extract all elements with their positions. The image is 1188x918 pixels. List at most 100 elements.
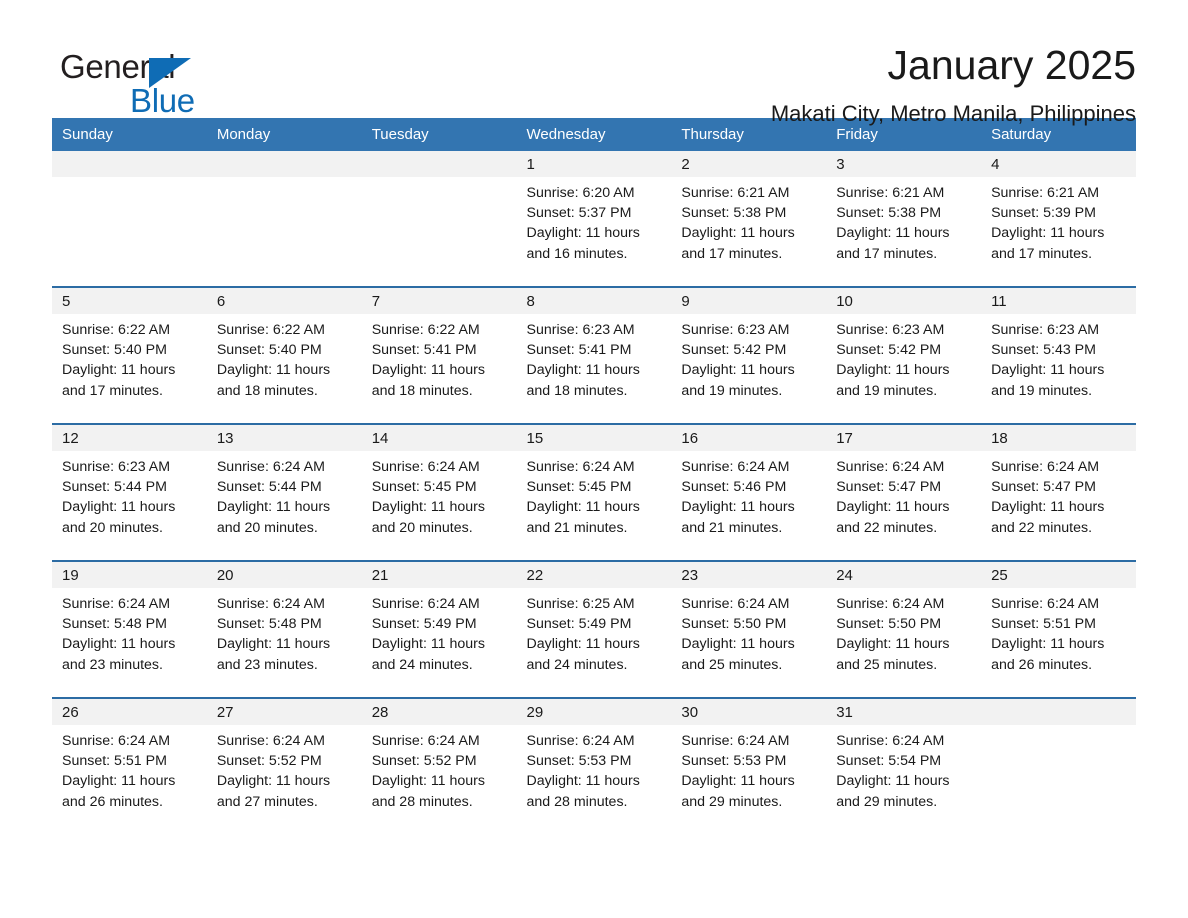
day-details: Sunrise: 6:24 AM Sunset: 5:51 PM Daylight:… xyxy=(52,725,207,812)
daylight-duration: Daylight: 11 hours and 26 minutes. xyxy=(62,773,176,810)
sunrise-time: Sunrise: 6:21 AM xyxy=(681,185,790,201)
sunset-time: Sunset: 5:42 PM xyxy=(681,342,787,359)
day-number: 15 xyxy=(516,425,672,451)
daylight-duration: Daylight: 11 hours and 25 minutes. xyxy=(836,636,950,673)
day-25: 25 Sunrise: 6:24 AM Sunset: 5:51 PM Dayligh… xyxy=(981,562,1136,687)
calendar-day-cell[interactable]: 14 Sunrise: 6:24 AM Sunset: 5:45 PM Dayligh… xyxy=(361,423,517,550)
day-details: Sunrise: 6:24 AM Sunset: 5:53 PM Daylight:… xyxy=(671,725,826,812)
sunset-time: Sunset: 5:52 PM xyxy=(371,753,477,770)
calendar-day-cell[interactable]: 3 Sunrise: 6:21 AM Sunset: 5:38 PM Daylight… xyxy=(826,151,982,276)
sunset-time: Sunset: 5:47 PM xyxy=(836,479,942,496)
day-number: 30 xyxy=(671,699,827,725)
daylight-duration: Daylight: 11 hours and 18 minutes. xyxy=(216,362,331,399)
daylight-duration: Daylight: 11 hours and 28 minutes. xyxy=(371,773,485,810)
day-26: 26 Sunrise: 6:24 AM Sunset: 5:51 PM Dayligh… xyxy=(52,699,207,824)
day-details: Sunrise: 6:23 AM Sunset: 5:41 PM Daylight:… xyxy=(517,314,672,401)
day-number: 18 xyxy=(981,425,1136,451)
calendar-day-cell[interactable]: 8 Sunrise: 6:23 AM Sunset: 5:41 PM Daylight… xyxy=(516,286,672,413)
day-11: 11 Sunrise: 6:23 AM Sunset: 5:43 PM Dayligh… xyxy=(981,288,1136,413)
day-28: 28 Sunrise: 6:24 AM Sunset: 5:52 PM Dayligh… xyxy=(361,699,517,824)
calendar-day-cell[interactable]: 22 Sunrise: 6:25 AM Sunset: 5:49 PM Dayligh… xyxy=(516,560,672,687)
week-spacer-cell xyxy=(52,550,1136,561)
day-details: Sunrise: 6:24 AM Sunset: 5:45 PM Daylight:… xyxy=(362,451,517,538)
day-20: 20 Sunrise: 6:24 AM Sunset: 5:48 PM Dayligh… xyxy=(206,562,362,687)
daylight-duration: Daylight: 11 hours and 17 minutes. xyxy=(836,225,950,262)
day-details: Sunrise: 6:24 AM Sunset: 5:47 PM Daylight:… xyxy=(826,451,981,538)
daylight-duration: Daylight: 11 hours and 29 minutes. xyxy=(836,773,950,810)
calendar-day-cell[interactable]: 5 Sunrise: 6:22 AM Sunset: 5:40 PM Daylight… xyxy=(52,286,207,413)
day-details: Sunrise: 6:25 AM Sunset: 5:49 PM Daylight:… xyxy=(517,588,672,675)
daylight-duration: Daylight: 11 hours and 25 minutes. xyxy=(681,636,795,673)
sunset-time: Sunset: 5:43 PM xyxy=(991,342,1096,359)
empty-day xyxy=(981,699,1136,824)
calendar-day-cell[interactable]: 21 Sunrise: 6:24 AM Sunset: 5:49 PM Dayligh… xyxy=(361,560,517,687)
sunset-time: Sunset: 5:40 PM xyxy=(216,342,322,359)
day-details: Sunrise: 6:24 AM Sunset: 5:52 PM Daylight:… xyxy=(362,725,517,812)
sunset-time: Sunset: 5:49 PM xyxy=(526,616,632,633)
calendar-day-cell[interactable]: 1 Sunrise: 6:20 AM Sunset: 5:37 PM Daylight… xyxy=(516,151,672,276)
week-spacer xyxy=(52,550,1136,561)
day-number: 1 xyxy=(516,151,672,177)
day-details: Sunrise: 6:23 AM Sunset: 5:42 PM Daylight:… xyxy=(826,314,981,401)
calendar-day-cell[interactable]: 30 Sunrise: 6:24 AM Sunset: 5:53 PM Dayligh… xyxy=(671,697,827,824)
calendar-day-cell[interactable]: 28 Sunrise: 6:24 AM Sunset: 5:52 PM Dayligh… xyxy=(361,697,517,824)
day-details: Sunrise: 6:23 AM Sunset: 5:42 PM Daylight:… xyxy=(671,314,826,401)
calendar-week-row: 26 Sunrise: 6:24 AM Sunset: 5:51 PM Dayligh… xyxy=(52,697,1136,824)
daylight-duration: Daylight: 11 hours and 28 minutes. xyxy=(526,773,640,810)
calendar-day-cell[interactable]: 7 Sunrise: 6:22 AM Sunset: 5:41 PM Daylight… xyxy=(361,286,517,413)
calendar-day-cell[interactable]: 6 Sunrise: 6:22 AM Sunset: 5:40 PM Daylight… xyxy=(206,286,362,413)
calendar-day-cell[interactable]: 29 Sunrise: 6:24 AM Sunset: 5:53 PM Dayligh… xyxy=(516,697,672,824)
calendar-day-cell[interactable]: 19 Sunrise: 6:24 AM Sunset: 5:48 PM Dayligh… xyxy=(52,560,207,687)
sunset-time: Sunset: 5:38 PM xyxy=(681,205,787,222)
calendar-day-cell[interactable]: 31 Sunrise: 6:24 AM Sunset: 5:54 PM Dayligh… xyxy=(826,697,982,824)
calendar-day-cell[interactable]: 26 Sunrise: 6:24 AM Sunset: 5:51 PM Dayligh… xyxy=(52,697,207,824)
sunrise-time: Sunrise: 6:24 AM xyxy=(991,596,1100,612)
calendar-day-cell[interactable]: 18 Sunrise: 6:24 AM Sunset: 5:47 PM Dayligh… xyxy=(981,423,1136,550)
day-number: 13 xyxy=(206,425,362,451)
day-18: 18 Sunrise: 6:24 AM Sunset: 5:47 PM Dayligh… xyxy=(981,425,1136,550)
calendar-day-cell[interactable]: 25 Sunrise: 6:24 AM Sunset: 5:51 PM Dayligh… xyxy=(981,560,1136,687)
sunset-time: Sunset: 5:41 PM xyxy=(526,342,632,359)
sunrise-time: Sunrise: 6:23 AM xyxy=(62,459,171,475)
day-number: 20 xyxy=(206,562,362,588)
day-5: 5 Sunrise: 6:22 AM Sunset: 5:40 PM Daylight… xyxy=(52,288,207,413)
day-details: Sunrise: 6:24 AM Sunset: 5:49 PM Daylight:… xyxy=(362,588,517,675)
day-number: 17 xyxy=(826,425,982,451)
logo-text-blue: Blue xyxy=(130,82,195,119)
daylight-duration: Daylight: 11 hours and 24 minutes. xyxy=(371,636,485,673)
sunrise-time: Sunrise: 6:24 AM xyxy=(371,733,480,749)
sunrise-time: Sunrise: 6:23 AM xyxy=(681,322,790,338)
daylight-duration: Daylight: 11 hours and 20 minutes. xyxy=(216,499,331,536)
sunrise-time: Sunrise: 6:25 AM xyxy=(526,596,635,612)
daylight-duration: Daylight: 11 hours and 26 minutes. xyxy=(991,636,1105,673)
sunset-time: Sunset: 5:44 PM xyxy=(216,479,322,496)
calendar-page: General Blue January 2025 Makati City, M… xyxy=(0,0,1188,918)
sunrise-time: Sunrise: 6:24 AM xyxy=(681,596,790,612)
calendar-day-cell[interactable]: 20 Sunrise: 6:24 AM Sunset: 5:48 PM Dayligh… xyxy=(206,560,362,687)
calendar-day-cell[interactable]: 23 Sunrise: 6:24 AM Sunset: 5:50 PM Dayligh… xyxy=(671,560,827,687)
daylight-duration: Daylight: 11 hours and 27 minutes. xyxy=(216,773,331,810)
calendar-day-cell[interactable]: 2 Sunrise: 6:21 AM Sunset: 5:38 PM Daylight… xyxy=(671,151,827,276)
calendar-day-cell[interactable]: 4 Sunrise: 6:21 AM Sunset: 5:39 PM Daylight… xyxy=(981,151,1136,276)
calendar-day-cell[interactable]: 15 Sunrise: 6:24 AM Sunset: 5:45 PM Dayligh… xyxy=(516,423,672,550)
calendar-day-cell[interactable]: 11 Sunrise: 6:23 AM Sunset: 5:43 PM Dayligh… xyxy=(981,286,1136,413)
calendar-day-cell[interactable]: 10 Sunrise: 6:23 AM Sunset: 5:42 PM Dayligh… xyxy=(826,286,982,413)
calendar-day-cell[interactable]: 9 Sunrise: 6:23 AM Sunset: 5:42 PM Daylight… xyxy=(671,286,827,413)
empty-day xyxy=(361,151,517,276)
calendar-day-cell[interactable]: 12 Sunrise: 6:23 AM Sunset: 5:44 PM Dayligh… xyxy=(52,423,207,550)
daylight-duration: Daylight: 11 hours and 23 minutes. xyxy=(62,636,176,673)
daylight-duration: Daylight: 11 hours and 18 minutes. xyxy=(371,362,485,399)
calendar-week-row: 5 Sunrise: 6:22 AM Sunset: 5:40 PM Daylight… xyxy=(52,286,1136,413)
sunrise-time: Sunrise: 6:21 AM xyxy=(836,185,945,201)
day-number: 14 xyxy=(361,425,517,451)
calendar-day-cell[interactable]: 17 Sunrise: 6:24 AM Sunset: 5:47 PM Dayligh… xyxy=(826,423,982,550)
day-number: 9 xyxy=(671,288,827,314)
empty-day xyxy=(52,151,207,276)
calendar-day-cell[interactable]: 16 Sunrise: 6:24 AM Sunset: 5:46 PM Dayligh… xyxy=(671,423,827,550)
calendar-day-cell[interactable]: 27 Sunrise: 6:24 AM Sunset: 5:52 PM Dayligh… xyxy=(206,697,362,824)
sunset-time: Sunset: 5:53 PM xyxy=(681,753,787,770)
day-number: 27 xyxy=(206,699,362,725)
calendar-day-cell[interactable]: 13 Sunrise: 6:24 AM Sunset: 5:44 PM Dayligh… xyxy=(206,423,362,550)
calendar-day-cell[interactable]: 24 Sunrise: 6:24 AM Sunset: 5:50 PM Dayligh… xyxy=(826,560,982,687)
week-spacer-cell xyxy=(52,687,1136,698)
